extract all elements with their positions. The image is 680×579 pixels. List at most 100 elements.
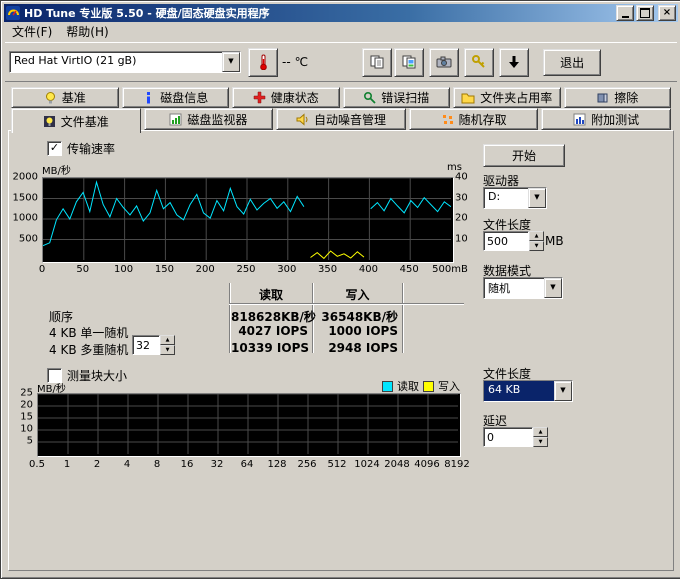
eraser-icon: [596, 91, 609, 104]
chart-legend: 读取 写入: [382, 378, 460, 394]
read-swatch-icon: [382, 381, 393, 392]
spinner-down-icon[interactable]: ▼: [529, 241, 544, 251]
tab-row-1: 基准 磁盘信息 健康状态 错误扫描 文件夹占用率 擦除: [11, 87, 671, 108]
tab-aam[interactable]: 自动噪音管理: [276, 108, 406, 130]
transfer-chart-y-axis-left: 200015001000500: [9, 177, 38, 259]
tab-label: 擦除: [614, 89, 638, 106]
transfer-chart-y-axis-right: 40302010: [455, 177, 475, 259]
tab-disk-monitor[interactable]: 磁盘监视器: [144, 108, 274, 130]
file-benchmark-icon: [43, 115, 56, 128]
data-pattern-value: 随机: [484, 278, 544, 298]
screenshot-button[interactable]: [429, 48, 459, 77]
block-chart-frame: [37, 393, 461, 457]
drive-combobox-value: Red Hat VirtIO (21 gB): [10, 52, 222, 72]
tab-label: 附加测试: [591, 111, 639, 128]
thermometer-icon: [255, 54, 271, 70]
tab-erase[interactable]: 擦除: [564, 87, 672, 108]
health-cross-icon: [253, 91, 266, 104]
file-length-input[interactable]: [483, 231, 529, 251]
tab-label: 磁盘监视器: [187, 111, 247, 128]
tab-extra-tests[interactable]: 附加测试: [541, 108, 671, 130]
spinner-up-icon[interactable]: ▲: [533, 427, 548, 437]
data-pattern-select[interactable]: 随机 ▼: [483, 277, 563, 299]
4k-single-read-value: 4027 IOPS: [231, 324, 308, 338]
magnifier-icon: [363, 91, 376, 104]
tab-label: 自动噪音管理: [314, 111, 386, 128]
copy-text-button[interactable]: [362, 48, 392, 77]
tab-benchmark[interactable]: 基准: [11, 87, 119, 108]
save-results-button[interactable]: [499, 48, 529, 77]
titlebar: HD Tune 专业版 5.50 - 硬盘/固态硬盘实用程序 ×: [4, 4, 678, 22]
tab-file-benchmark[interactable]: 文件基准: [11, 108, 141, 133]
folder-icon: [461, 91, 475, 104]
download-arrow-icon: [506, 54, 522, 70]
block-chart-y-axis: 252015105: [9, 393, 33, 453]
file-length-unit: MB: [545, 234, 564, 248]
copy-image-icon: [401, 54, 417, 70]
chevron-down-icon[interactable]: ▼: [222, 52, 240, 72]
speaker-icon: [296, 113, 309, 126]
copy-text-icon: [369, 54, 385, 70]
row-label-sequential: 顺序: [49, 308, 73, 325]
transfer-rate-checkbox-label: 传输速率: [67, 140, 115, 157]
options-button[interactable]: [464, 48, 494, 77]
temperature-unit: ℃: [295, 55, 308, 69]
tab-label: 基准: [62, 89, 86, 106]
tab-row-2: 文件基准 磁盘监视器 自动噪音管理 随机存取 附加测试: [11, 108, 671, 130]
tab-label: 随机存取: [459, 111, 507, 128]
transfer-rate-checkbox[interactable]: ✓ 传输速率: [47, 140, 115, 157]
queue-depth-input[interactable]: [132, 335, 160, 355]
tab-error-scan[interactable]: 错误扫描: [343, 87, 451, 108]
row-label-4k-single: 4 KB 单一随机: [49, 324, 128, 341]
app-window: HD Tune 专业版 5.50 - 硬盘/固态硬盘实用程序 × 文件(F) 帮…: [0, 0, 680, 579]
delay-input[interactable]: [483, 427, 533, 447]
spinner-down-icon[interactable]: ▼: [533, 437, 548, 447]
tab-disk-info[interactable]: 磁盘信息: [122, 87, 230, 108]
spinner-up-icon[interactable]: ▲: [529, 231, 544, 241]
extra-tests-icon: [573, 113, 586, 126]
block-file-length-select[interactable]: 64 KB ▼: [483, 380, 573, 402]
sequential-read-value: 818628KB/秒: [231, 308, 308, 325]
transfer-chart-frame: [42, 177, 454, 263]
tab-random-access[interactable]: 随机存取: [409, 108, 539, 130]
table-header-divider: [229, 303, 464, 305]
legend-write-label: 写入: [438, 378, 460, 394]
drive-combobox[interactable]: Red Hat VirtIO (21 gB) ▼: [9, 51, 241, 73]
tab-health[interactable]: 健康状态: [232, 87, 340, 108]
spinner-down-icon[interactable]: ▼: [160, 345, 175, 355]
temperature-button[interactable]: [248, 48, 278, 77]
close-icon: ×: [663, 8, 671, 18]
spinner-up-icon[interactable]: ▲: [160, 335, 175, 345]
menu-item-help[interactable]: 帮助(H): [59, 22, 115, 41]
y-axis-title-left: MB/秒: [42, 162, 71, 177]
start-button[interactable]: 开始: [483, 144, 565, 167]
menubar: 文件(F) 帮助(H): [5, 22, 677, 40]
write-swatch-icon: [423, 381, 434, 392]
column-header-read: 读取: [231, 286, 311, 303]
block-file-length-value: 64 KB: [484, 381, 554, 401]
minimize-button[interactable]: [616, 5, 634, 21]
maximize-icon: [640, 8, 650, 18]
column-header-write: 写入: [314, 286, 401, 303]
file-benchmark-page: ✓ 传输速率 MB/秒 ms 200015001000500 40302010 …: [8, 130, 674, 571]
copy-image-button[interactable]: [394, 48, 424, 77]
exit-button[interactable]: 退出: [543, 49, 601, 76]
chevron-down-icon[interactable]: ▼: [554, 381, 572, 401]
random-dots-icon: [441, 113, 454, 126]
chevron-down-icon[interactable]: ▼: [544, 278, 562, 298]
4k-multi-write-value: 2948 IOPS: [314, 341, 398, 355]
chevron-down-icon[interactable]: ▼: [528, 188, 546, 208]
legend-read-label: 读取: [397, 378, 419, 394]
drive-select[interactable]: D: ▼: [483, 187, 547, 209]
close-button[interactable]: ×: [658, 5, 676, 21]
delay-spinner[interactable]: ▲▼: [483, 427, 548, 447]
tab-label: 错误扫描: [381, 89, 429, 106]
toolbar: Red Hat VirtIO (21 gB) ▼ -- ℃ 退出: [5, 42, 677, 82]
queue-depth-spinner[interactable]: ▲▼: [132, 335, 175, 355]
4k-single-write-value: 1000 IOPS: [314, 324, 398, 338]
menu-item-file[interactable]: 文件(F): [5, 22, 59, 41]
maximize-button[interactable]: [636, 5, 654, 21]
tab-label: 文件基准: [61, 113, 109, 130]
tab-folder-usage[interactable]: 文件夹占用率: [453, 87, 561, 108]
file-length-spinner[interactable]: ▲▼: [483, 231, 544, 251]
